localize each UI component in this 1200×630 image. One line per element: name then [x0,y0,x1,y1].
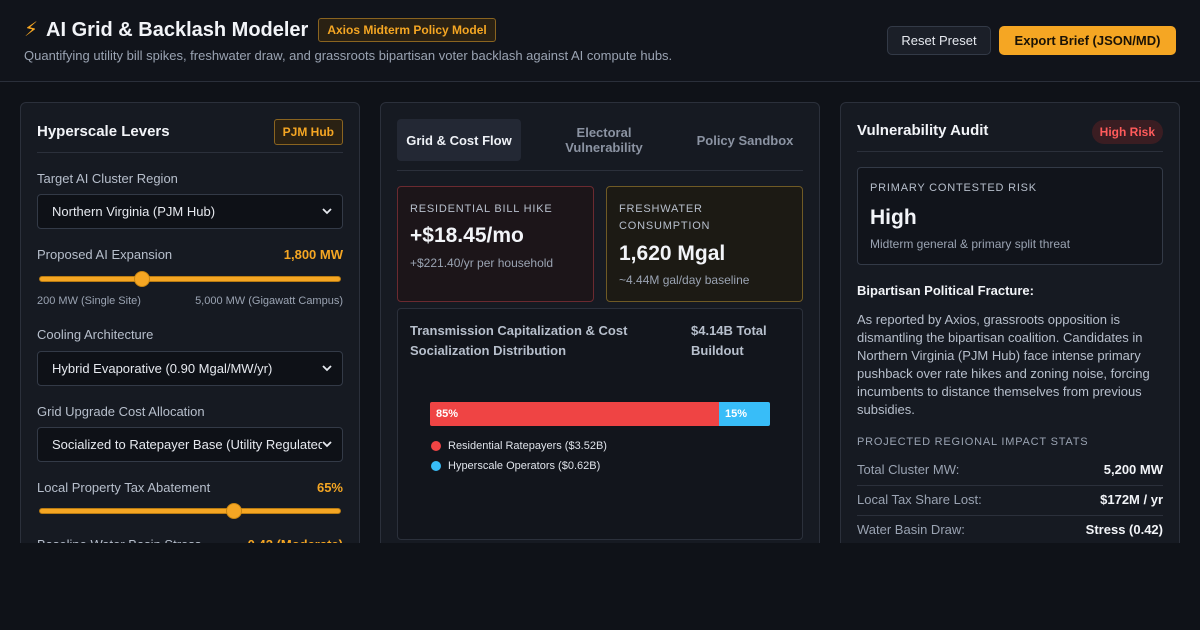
cooling-select-value: Hybrid Evaporative (0.90 Mgal/MW/yr) [52,361,273,376]
transmission-cost-card: Transmission Capitalization & Cost Socia… [397,308,803,540]
stat-key: Total Cluster MW: [857,462,960,477]
panel-title: Hyperscale Levers [37,123,170,140]
hyperscale-levers-panel: Hyperscale Levers PJM Hub Target AI Clus… [20,102,360,572]
cost-split-bar: 85% 15% [430,402,770,426]
grid-allocation-select-value: Socialized to Ratepayer Base (Utility Re… [52,437,322,452]
model-badge: Axios Midterm Policy Model [318,18,496,42]
analysis-panel: Grid & Cost Flow Electoral Vulnerability… [380,102,820,572]
app-title: ⚡ AI Grid & Backlash Modeler Axios Midte… [24,18,496,42]
stats-kicker: PROJECTED REGIONAL IMPACT STATS [857,436,1089,448]
bar-segment-operators: 15% [719,402,770,426]
water-consumption-sub: ~4.44M gal/day baseline [619,273,750,287]
lightning-bolt-icon: ⚡ [24,19,39,41]
app-header: ⚡ AI Grid & Backlash Modeler Axios Midte… [0,0,1200,82]
water-consumption-kicker: FRESHWATER CONSUMPTION [619,203,711,232]
tab-grid-cost-flow[interactable]: Grid & Cost Flow [397,119,521,161]
stat-key: Water Basin Draw: [857,522,965,537]
risk-sub: Midterm general & primary split threat [870,237,1071,251]
chevron-down-icon [322,441,332,448]
stat-row: Water Basin Draw: Stress (0.42) [857,516,1163,546]
stat-value: 5,200 MW [1103,462,1163,477]
grid-allocation-label: Grid Upgrade Cost Allocation [37,404,205,419]
fracture-title: Bipartisan Political Fracture: [857,283,1034,298]
slider-track [39,508,341,514]
expansion-value: 1,800 MW [283,247,343,262]
stat-value: $172M / yr [1100,492,1163,507]
export-brief-button[interactable]: Export Brief (JSON/MD) [999,26,1176,55]
risk-level: High [870,206,917,229]
slider-thumb[interactable] [133,271,150,287]
tab-policy-sandbox[interactable]: Policy Sandbox [687,119,803,161]
grid-allocation-select[interactable]: Socialized to Ratepayer Base (Utility Re… [37,427,343,462]
tax-abatement-label: Local Property Tax Abatement [37,480,211,495]
tax-abatement-slider[interactable] [37,503,343,519]
expansion-slider[interactable] [37,271,343,287]
app-title-text: AI Grid & Backlash Modeler [46,19,309,41]
legend-item-operators: Hyperscale Operators ($0.62B) [431,460,600,472]
risk-kicker: PRIMARY CONTESTED RISK [870,182,1037,194]
legend-label: Hyperscale Operators ($0.62B) [448,460,601,472]
transmission-total: $4.14B Total Buildout [691,323,767,358]
expansion-max-label: 5,000 MW (Gigawatt Campus) [195,295,343,307]
chevron-down-icon [322,208,332,215]
bill-hike-card: RESIDENTIAL BILL HIKE +$18.45/mo +$221.4… [397,186,594,302]
legend-label: Residential Ratepayers ($3.52B) [448,440,607,452]
stat-value: Stress (0.42) [1085,522,1163,537]
bill-hike-sub: +$221.40/yr per household [410,256,554,270]
page-background [0,543,1200,630]
bar-segment-residential: 85% [430,402,719,426]
legend-item-residential: Residential Ratepayers ($3.52B) [431,440,607,452]
vulnerability-audit-panel: Vulnerability Audit High Risk PRIMARY CO… [840,102,1180,572]
primary-risk-box: PRIMARY CONTESTED RISK High Midterm gene… [857,167,1163,265]
slider-track [39,276,341,282]
fracture-body: As reported by Axios, grassroots opposit… [857,312,1150,417]
cooling-label: Cooling Architecture [37,327,154,342]
transmission-title: Transmission Capitalization & Cost Socia… [410,323,628,358]
region-select[interactable]: Northern Virginia (PJM Hub) [37,194,343,229]
region-label: Target AI Cluster Region [37,171,178,186]
bill-hike-value: +$18.45/mo [410,224,524,247]
divider [37,152,343,153]
panel-title: Vulnerability Audit [857,122,989,139]
cooling-select[interactable]: Hybrid Evaporative (0.90 Mgal/MW/yr) [37,351,343,386]
expansion-label: Proposed AI Expansion [37,247,173,262]
stat-row: Local Tax Share Lost: $172M / yr [857,486,1163,516]
stat-key: Local Tax Share Lost: [857,492,982,507]
expansion-min-label: 200 MW (Single Site) [37,295,141,307]
slider-thumb[interactable] [225,503,242,519]
legend-dot [431,461,441,471]
bill-hike-kicker: RESIDENTIAL BILL HIKE [410,203,553,215]
tab-electoral-vulnerability[interactable]: Electoral Vulnerability [542,119,666,161]
app-subtitle: Quantifying utility bill spikes, freshwa… [24,48,673,63]
tax-abatement-value: 65% [316,480,343,495]
legend-dot [431,441,441,451]
chevron-down-icon [322,365,332,372]
stat-row: Total Cluster MW: 5,200 MW [857,456,1163,486]
water-consumption-card: FRESHWATER CONSUMPTION 1,620 Mgal ~4.44M… [606,186,803,302]
water-consumption-value: 1,620 Mgal [619,242,726,265]
reset-preset-button[interactable]: Reset Preset [887,26,991,55]
divider [857,151,1163,152]
analysis-tabs: Grid & Cost Flow Electoral Vulnerability… [397,119,803,171]
region-badge: PJM Hub [273,119,343,145]
region-select-value: Northern Virginia (PJM Hub) [52,204,216,219]
risk-badge: High Risk [1091,120,1163,144]
